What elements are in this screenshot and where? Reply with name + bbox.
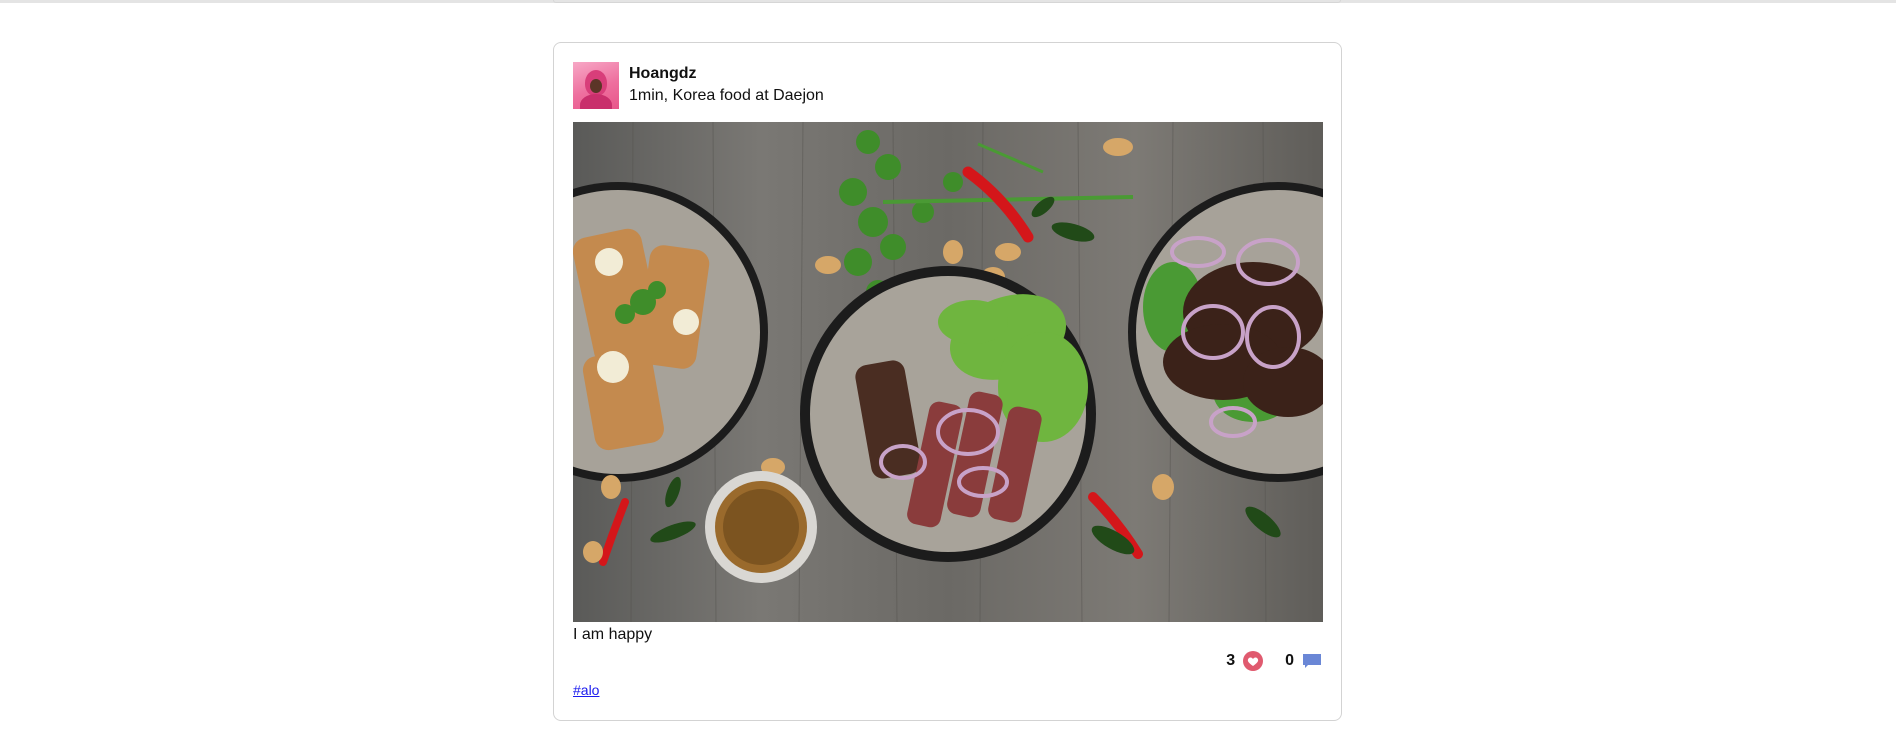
post-image[interactable] [573,122,1323,622]
avatar-face [590,78,602,93]
post-meta: 1min, Korea food at Daejon [629,87,824,104]
avatar-body [580,93,612,109]
like-button[interactable]: 3 [1226,651,1264,671]
comment-icon[interactable] [1302,651,1322,671]
author-name[interactable]: Hoangdz [629,63,824,85]
post-caption: I am happy [573,626,653,643]
comment-button[interactable]: 0 [1285,651,1322,671]
heart-icon[interactable] [1243,651,1264,671]
avatar[interactable] [573,61,619,109]
like-count: 3 [1226,652,1236,669]
post-header-text: Hoangdz 1min, Korea food at Daejon [629,63,824,107]
post-header: Hoangdz 1min, Korea food at Daejon [573,61,824,109]
post-reactions: 3 0 [1226,651,1322,671]
previous-post-card-edge [553,0,1341,3]
hashtag-link[interactable]: #alo [573,682,599,698]
comment-count: 0 [1285,652,1294,669]
post-card: Hoangdz 1min, Korea food at Daejon I am … [553,42,1342,721]
